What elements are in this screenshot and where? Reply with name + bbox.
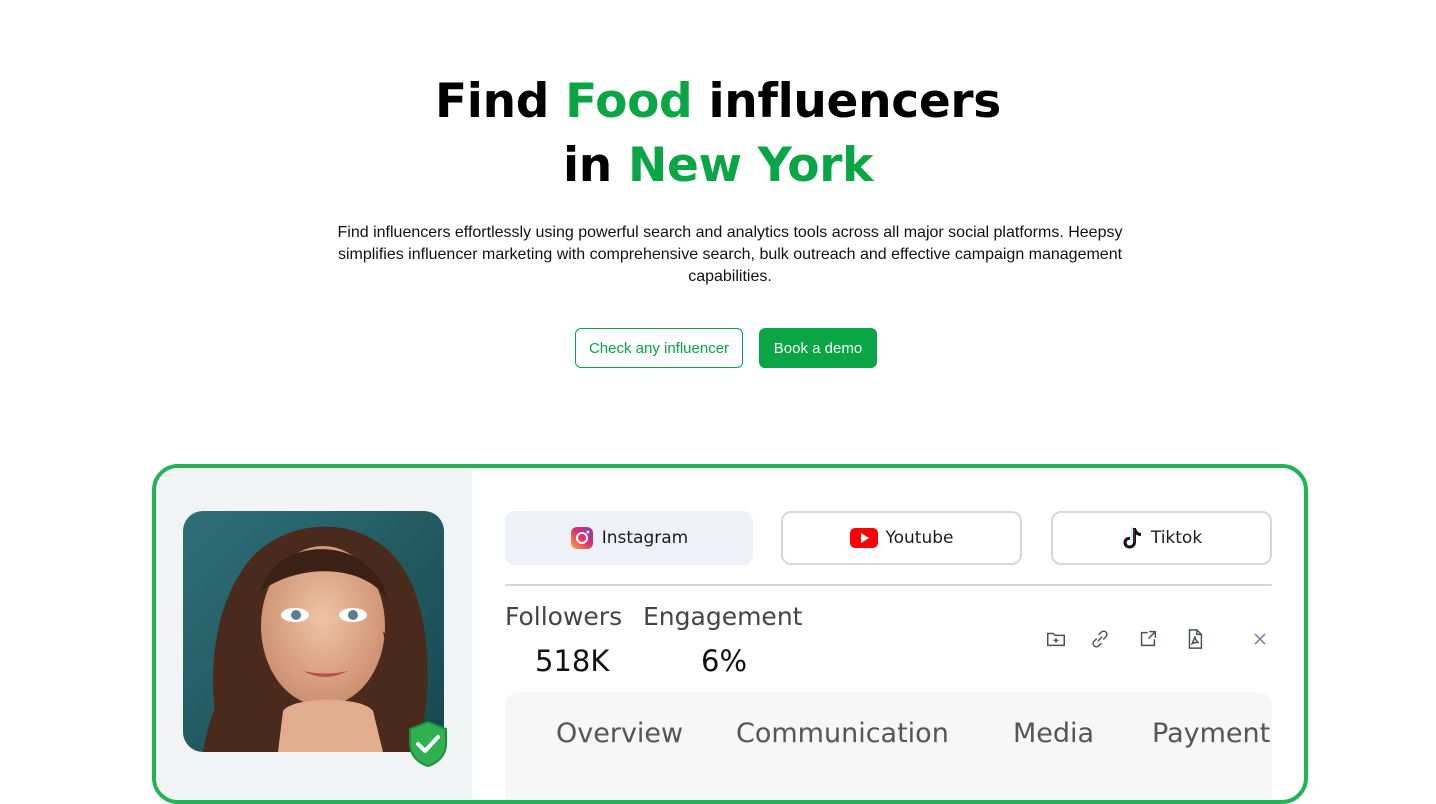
tab-tiktok[interactable]: Tiktok bbox=[1051, 511, 1272, 565]
external-link-icon[interactable] bbox=[1137, 628, 1159, 650]
tab-overview[interactable]: Overview bbox=[556, 718, 683, 749]
close-icon[interactable] bbox=[1249, 628, 1271, 650]
book-demo-button[interactable]: Book a demo bbox=[759, 328, 877, 368]
engagement-label: Engagement bbox=[643, 602, 803, 631]
profile-sidebar bbox=[156, 468, 472, 800]
tab-instagram[interactable]: Instagram bbox=[505, 511, 753, 565]
title-highlight-location: New York bbox=[628, 138, 874, 193]
followers-value: 518K bbox=[535, 644, 610, 678]
hero-description: Find influencers effortlessly using powe… bbox=[337, 224, 1123, 285]
folder-add-icon[interactable] bbox=[1045, 628, 1067, 650]
tab-communication[interactable]: Communication bbox=[736, 718, 949, 749]
followers-label: Followers bbox=[505, 602, 623, 631]
pdf-icon[interactable] bbox=[1184, 628, 1206, 650]
verified-badge-icon bbox=[409, 720, 447, 768]
tab-media[interactable]: Media bbox=[1013, 718, 1094, 749]
instagram-icon bbox=[570, 527, 593, 549]
title-line2: in New York bbox=[562, 138, 874, 193]
hero-title: Find Food influencers in New York bbox=[0, 70, 1436, 198]
youtube-icon bbox=[849, 528, 878, 548]
title-highlight-category: Food bbox=[565, 74, 693, 129]
check-influencer-button[interactable]: Check any influencer bbox=[575, 328, 743, 368]
tab-youtube[interactable]: Youtube bbox=[781, 511, 1022, 565]
link-icon[interactable] bbox=[1089, 628, 1111, 650]
influencer-avatar bbox=[183, 511, 444, 752]
tab-payment[interactable]: Payment bbox=[1152, 718, 1270, 749]
influencer-profile-card: Instagram Youtube Tiktok Followers 518K … bbox=[152, 464, 1308, 804]
engagement-value: 6% bbox=[701, 644, 748, 678]
tabs-divider bbox=[505, 584, 1272, 586]
tiktok-icon bbox=[1123, 527, 1141, 549]
title-line1: Find Food influencers bbox=[434, 74, 1001, 129]
